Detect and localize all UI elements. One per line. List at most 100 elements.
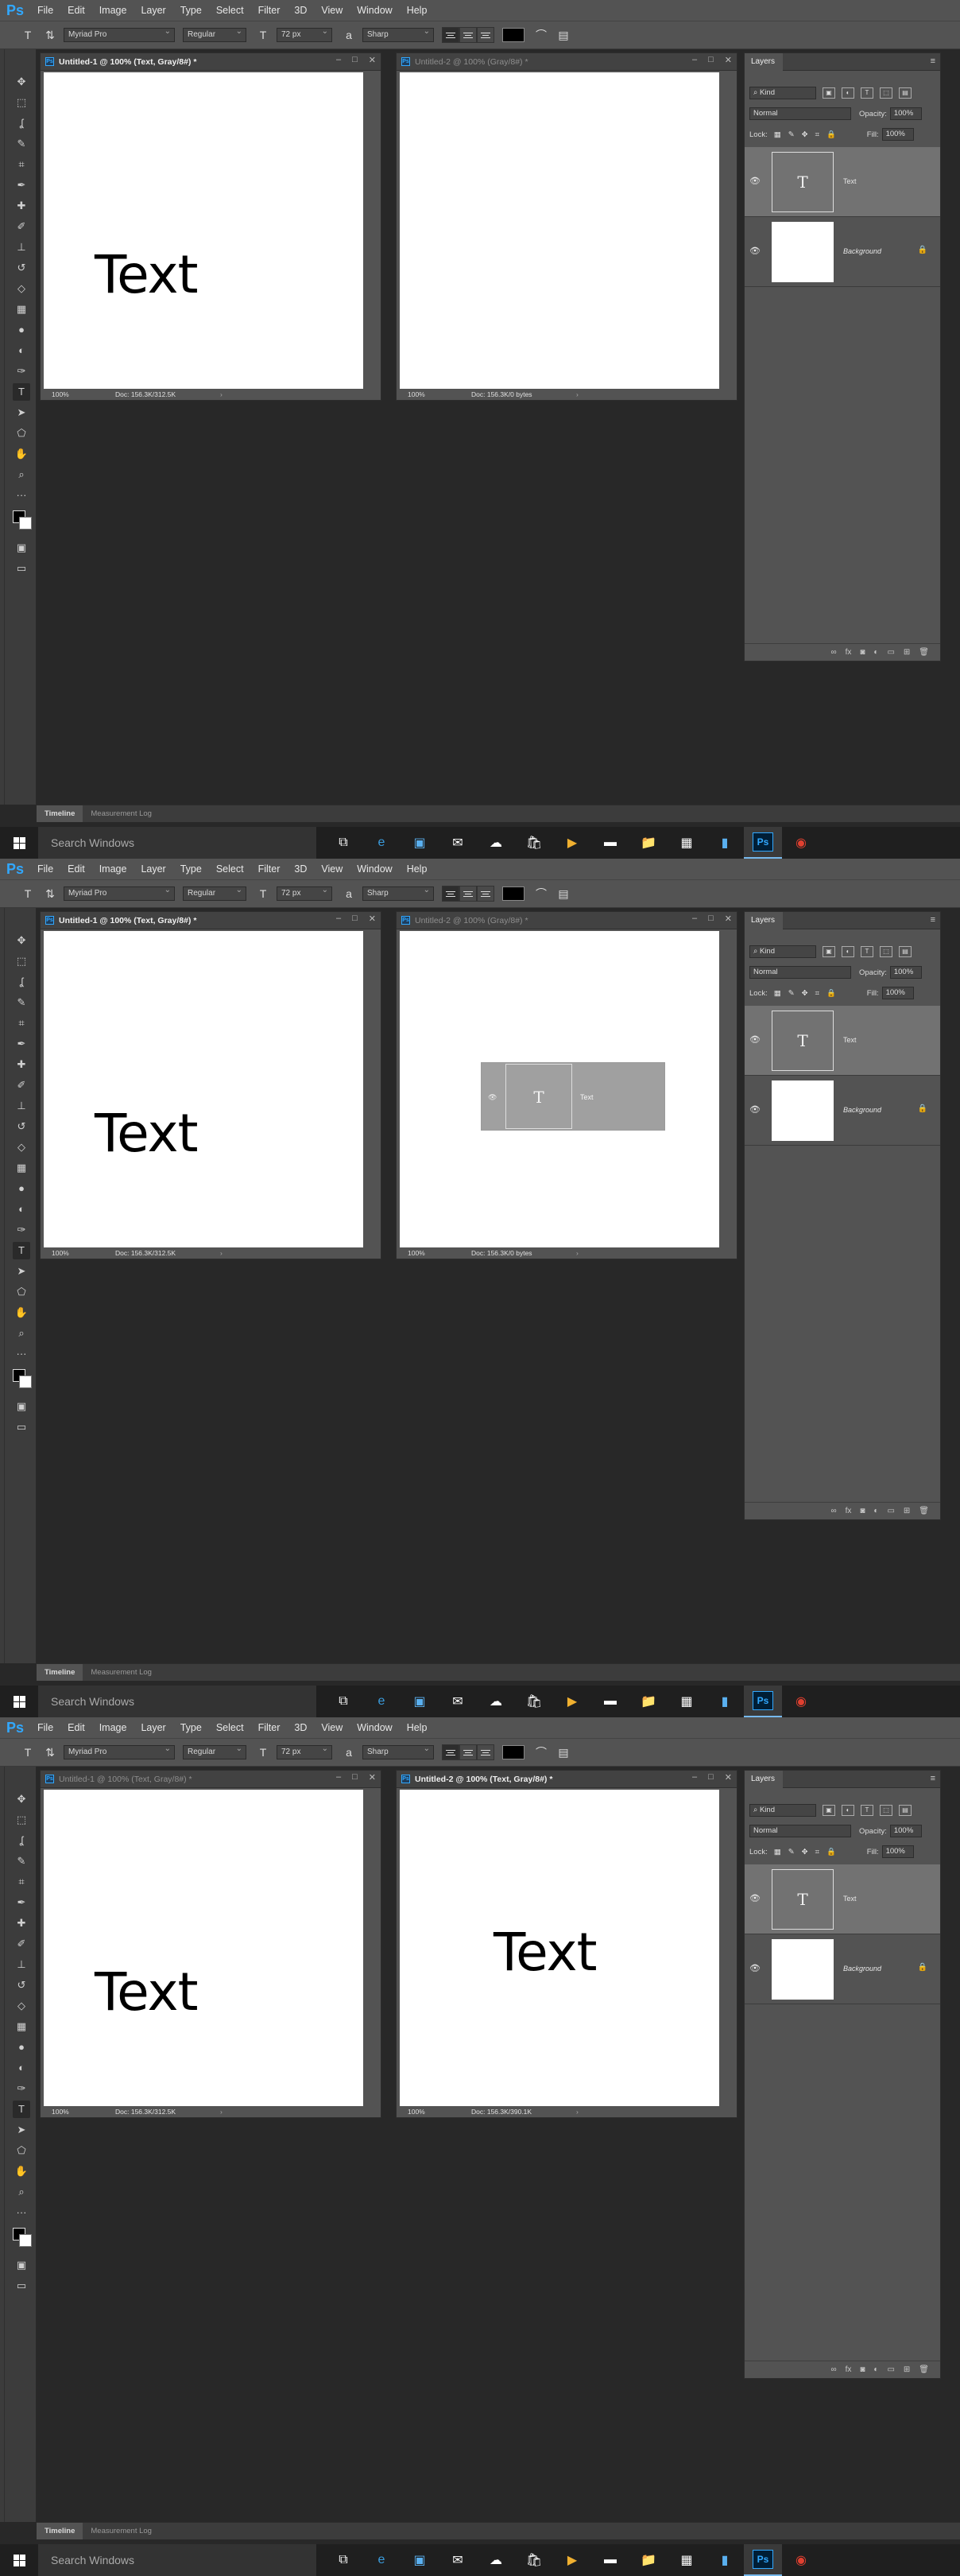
adjustment-icon[interactable]: ◐ [873,2365,878,2374]
type-tool-icon[interactable]: T [19,886,37,902]
font-size-select[interactable]: 72 px [277,884,332,901]
eraser-tool-icon[interactable]: ◇ [13,1139,30,1156]
align-right-icon[interactable] [477,1744,494,1760]
screen-mode-icon[interactable]: ▭ [13,1418,30,1436]
stamp-tool-icon[interactable]: ⊥ [13,1097,30,1115]
edge-icon[interactable]: e [362,2544,401,2576]
menu-edit[interactable]: Edit [60,859,92,879]
layers-tab[interactable]: Layers [745,53,783,71]
tab-measurement-log[interactable]: Measurement Log [83,805,160,822]
document-window-1[interactable]: Ps Untitled-1 @ 100% (Text, Gray/8#) * – □… [40,52,381,401]
start-windows-icon[interactable] [0,1686,38,1717]
panel-menu-icon[interactable]: ≡ [931,1774,935,1783]
type-tool-icon[interactable]: T [13,383,30,401]
start-windows-icon[interactable] [0,2544,38,2576]
tab-measurement-log[interactable]: Measurement Log [83,2523,160,2539]
hand-tool-icon[interactable]: ✋ [13,2163,30,2180]
blend-mode-select[interactable]: Normal [749,1825,851,1837]
filter-smart-icon[interactable]: ▤ [899,946,912,957]
filter-shape-icon[interactable]: ⬚ [880,1805,892,1816]
calculator-icon[interactable]: ▦ [668,827,706,859]
shape-tool-icon[interactable]: ⬠ [13,2142,30,2159]
terminal-icon[interactable]: ▬ [591,1686,629,1717]
new-layer-icon[interactable]: ⊞ [904,1507,910,1515]
task-view-icon[interactable]: ⧉ [324,2544,362,2576]
task-view-icon[interactable]: ⧉ [324,827,362,859]
canvas-text-layer[interactable]: Text [494,1922,597,1983]
path-select-icon[interactable]: ➤ [13,1263,30,1280]
terminal-icon[interactable]: ▬ [591,2544,629,2576]
file-explorer-icon[interactable]: 📁 [629,1686,668,1717]
photos-icon[interactable]: ▣ [401,1686,439,1717]
document-window-2[interactable]: Ps Untitled-2 @ 100% (Text, Gray/8#) * – □… [396,1770,737,2118]
doc1-tab[interactable]: Ps Untitled-1 @ 100% (Text, Gray/8#) * [41,53,381,71]
lasso-tool-icon[interactable]: ʆ [13,973,30,991]
file-explorer-icon[interactable]: 📁 [629,827,668,859]
character-panel-icon[interactable]: ▤ [555,1744,572,1760]
menu-file[interactable]: File [30,0,60,21]
crop-tool-icon[interactable]: ⌗ [13,156,30,173]
lock-icons[interactable]: ▦✎✥⌗🔒 [774,130,843,139]
visibility-eye-icon[interactable]: 👁 [749,246,761,256]
gradient-tool-icon[interactable]: ▦ [13,301,30,318]
photos-icon[interactable]: ▣ [401,2544,439,2576]
path-select-icon[interactable]: ➤ [13,404,30,421]
align-left-icon[interactable] [442,1744,459,1760]
filter-kind-select[interactable]: ⌕ Kind [749,1804,816,1817]
filter-kind-select[interactable]: ⌕ Kind [749,945,816,958]
layer-name[interactable]: Background [843,1106,881,1114]
zoom-tool-icon[interactable]: ⌕ [13,466,30,483]
canvas-text-layer[interactable]: Text [95,244,198,305]
canvas-2[interactable]: 👁 T Text [400,931,719,1247]
menu-edit[interactable]: Edit [60,1717,92,1738]
type-tool-icon[interactable]: T [13,1242,30,1259]
task-view-icon[interactable]: ⧉ [324,1686,362,1717]
opacity-input[interactable]: 100% [889,966,922,979]
filter-shape-icon[interactable]: ⬚ [880,87,892,99]
font-family-select[interactable]: Myriad Pro [64,25,175,42]
weather-icon[interactable]: ☁ [477,827,515,859]
link-icon[interactable]: ∞ [830,1507,836,1515]
hand-tool-icon[interactable]: ✋ [13,1304,30,1321]
document-window-1[interactable]: Ps Untitled-1 @ 100% (Text, Gray/8#) * – □… [40,911,381,1259]
move-tool-icon[interactable]: ✥ [13,1790,30,1808]
menu-filter[interactable]: Filter [251,0,288,21]
canvas-text-layer[interactable]: Text [95,1103,198,1164]
notebook-icon[interactable]: ▮ [706,2544,744,2576]
menu-window[interactable]: Window [350,0,399,21]
opacity-input[interactable]: 100% [889,107,922,120]
vertical-scrollbar[interactable] [366,1790,379,2106]
move-tool-icon[interactable]: ✥ [13,73,30,91]
layers-tab[interactable]: Layers [745,1771,783,1788]
doc2-tab[interactable]: Ps Untitled-2 @ 100% (Gray/8#) * [397,912,737,929]
menu-type[interactable]: Type [173,1717,209,1738]
tab-timeline[interactable]: Timeline [37,1664,83,1681]
panel-menu-icon[interactable]: ≡ [931,915,935,925]
link-icon[interactable]: ∞ [830,2365,836,2374]
zoom-level[interactable]: 100% [408,2106,425,2117]
antialias-select[interactable]: Sharp [362,1743,434,1759]
eyedropper-icon[interactable]: ✒ [13,1035,30,1053]
doc2-tab[interactable]: Ps Untitled-2 @ 100% (Gray/8#) * [397,53,737,71]
edge-icon[interactable]: e [362,827,401,859]
blur-tool-icon[interactable]: ● [13,1180,30,1197]
status-arrow-icon[interactable]: › [220,2106,223,2117]
warp-text-icon[interactable]: ⌒ [532,886,550,902]
document-window-2[interactable]: Ps Untitled-2 @ 100% (Gray/8#) * – □ ✕ 👁 T … [396,911,737,1259]
menu-select[interactable]: Select [209,1717,251,1738]
eraser-tool-icon[interactable]: ◇ [13,280,30,297]
dodge-tool-icon[interactable]: ◐ [13,342,30,359]
menu-3d[interactable]: 3D [287,859,314,879]
filter-pixel-icon[interactable]: ▣ [823,1805,835,1816]
taskbar-search[interactable]: Search Windows [38,1686,316,1717]
screen-mode-icon[interactable]: ▭ [13,560,30,577]
trash-icon[interactable]: 🗑 [919,648,929,657]
doc1-controls[interactable]: – □ ✕ [336,55,376,65]
visibility-eye-icon[interactable]: 👁 [749,1963,761,1973]
adjustment-icon[interactable]: ◐ [873,648,878,657]
lock-icons[interactable]: ▦✎✥⌗🔒 [774,1848,843,1856]
zoom-level[interactable]: 100% [408,389,425,400]
filter-type-icon[interactable]: T [861,1805,873,1816]
align-right-icon[interactable] [477,886,494,902]
terminal-icon[interactable]: ▬ [591,827,629,859]
